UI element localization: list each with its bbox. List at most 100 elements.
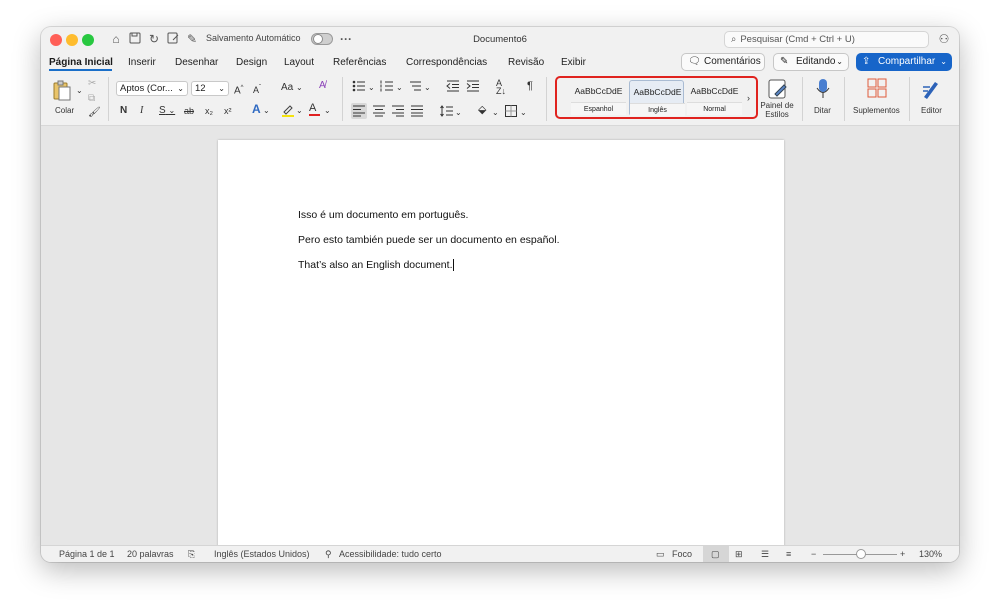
font-size-select[interactable]: 12 ⌄ [191, 81, 229, 96]
sort-icon[interactable]: A Z↓ [496, 79, 506, 96]
chevron-down-icon[interactable]: ⌄ [396, 82, 403, 94]
paragraph-spanish[interactable]: Pero esto también puede ser un documento… [298, 234, 560, 246]
justify-icon[interactable] [410, 105, 424, 121]
search-icon: ⌕ [731, 34, 737, 45]
ribbon-separator [844, 77, 845, 121]
ribbon-separator [342, 77, 343, 121]
status-bar: Página 1 de 1 20 palavras ⎘ Inglês (Esta… [41, 545, 959, 562]
borders-icon[interactable] [505, 105, 517, 121]
copy-icon[interactable]: ⧉ [88, 93, 95, 105]
style-sample: AaBbCcDdE [633, 87, 682, 97]
chevron-down-icon[interactable]: ⌄ [324, 105, 331, 117]
chevron-down-icon[interactable]: ⌄ [455, 107, 462, 119]
tab-inserir[interactable]: Inserir [128, 57, 156, 68]
addins-label: Suplementos [853, 106, 900, 115]
proofing-icon[interactable]: ⎘ [188, 549, 195, 560]
paragraph-english[interactable]: That’s also an English document. [298, 259, 455, 272]
text-effects-icon[interactable]: A [252, 103, 261, 115]
chevron-down-icon[interactable]: ⌄ [296, 105, 303, 117]
shrink-font-button[interactable]: Aˇ [253, 82, 261, 96]
tab-exibir[interactable]: Exibir [561, 57, 586, 68]
print-layout-view-button[interactable]: ▢ [703, 546, 729, 562]
zoom-slider-thumb[interactable] [856, 549, 866, 559]
chevron-down-icon[interactable]: ⌄ [263, 105, 270, 117]
focus-label[interactable]: Foco [672, 549, 692, 559]
chevron-down-icon[interactable]: ⌄ [76, 85, 83, 97]
web-layout-icon[interactable]: ⊞ [735, 549, 743, 560]
zoom-in-button[interactable]: + [900, 549, 905, 559]
chevron-down-icon[interactable]: ⌄ [368, 82, 375, 94]
tab-revisao[interactable]: Revisão [508, 57, 544, 68]
increase-indent-icon[interactable] [466, 80, 480, 96]
shading-icon[interactable]: ⬙ [478, 104, 486, 116]
paragraph-marks-icon[interactable]: ¶ [527, 80, 533, 92]
accessibility-icon[interactable]: ⚲ [325, 549, 332, 560]
chevron-right-icon[interactable]: › [747, 92, 750, 104]
decrease-indent-icon[interactable] [446, 80, 460, 96]
numbering-icon[interactable] [380, 80, 394, 96]
text-cursor [453, 259, 455, 272]
paragraph-portuguese[interactable]: Isso é um documento em português. [298, 209, 468, 221]
tab-design[interactable]: Design [236, 57, 267, 68]
account-icon[interactable]: ⚇ [937, 32, 951, 46]
microphone-icon[interactable] [816, 78, 830, 104]
share-button[interactable]: ⇪ Compartilhar ⌄ [856, 53, 952, 71]
zoom-out-button[interactable]: − [811, 549, 816, 559]
editor-icon[interactable] [921, 78, 941, 104]
style-sample: AaBbCcDdE [690, 86, 739, 96]
format-painter-icon[interactable]: 🖌 [88, 107, 101, 119]
subscript-button[interactable]: x₂ [205, 105, 213, 117]
italic-button[interactable]: I [140, 105, 143, 117]
page-count[interactable]: Página 1 de 1 [59, 549, 115, 559]
highlighter-icon[interactable] [281, 103, 295, 121]
strikethrough-button[interactable]: ab [184, 105, 194, 117]
pencil-icon: ✎ [780, 56, 789, 67]
editing-button[interactable]: ✎ Editando ⌄ [773, 53, 849, 71]
draft-view-icon[interactable]: ≡ [786, 549, 791, 559]
focus-icon[interactable]: ▭ [656, 549, 665, 560]
clipboard-icon[interactable] [51, 79, 73, 105]
cut-icon[interactable]: ✂ [88, 78, 96, 90]
accessibility-status[interactable]: Acessibilidade: tudo certo [339, 549, 442, 559]
align-center-icon[interactable] [372, 105, 386, 121]
tab-correspondencias[interactable]: Correspondências [406, 57, 487, 68]
font-size-value: 12 [195, 83, 206, 94]
style-espanhol[interactable]: AaBbCcDdE Espanhol [571, 80, 626, 116]
font-color-icon[interactable]: A [309, 102, 320, 116]
chevron-down-icon: ⌄ [940, 57, 947, 66]
superscript-button[interactable]: x² [224, 105, 232, 117]
clear-formatting-icon[interactable]: A̸ [319, 80, 326, 92]
word-count[interactable]: 20 palavras [127, 549, 174, 559]
underline-button[interactable]: S ⌄ [159, 105, 175, 117]
document-canvas: Isso é um documento em português. Pero e… [41, 126, 959, 550]
chevron-down-icon[interactable]: ⌄ [520, 107, 527, 119]
addins-icon[interactable] [867, 78, 887, 102]
tab-layout[interactable]: Layout [284, 57, 314, 68]
ribbon-separator [909, 77, 910, 121]
language-status[interactable]: Inglês (Estados Unidos) [214, 549, 310, 559]
document-page[interactable]: Isso é um documento em português. Pero e… [218, 140, 784, 550]
multilevel-list-icon[interactable] [408, 80, 422, 96]
paragraph-english-text: That’s also an English document. [298, 259, 453, 271]
bold-button[interactable]: N [120, 105, 127, 117]
bullets-icon[interactable] [352, 80, 366, 96]
tab-pagina-inicial[interactable]: Página Inicial [49, 57, 113, 68]
tab-desenhar[interactable]: Desenhar [175, 57, 218, 68]
align-right-icon[interactable] [391, 105, 405, 121]
tab-referencias[interactable]: Referências [333, 57, 386, 68]
ribbon: ⌄ Colar ✂ ⧉ 🖌 Aptos (Cor... ⌄ 12 ⌄ A^ Aˇ… [41, 74, 959, 126]
align-left-icon[interactable] [351, 103, 367, 119]
chevron-down-icon[interactable]: ⌄ [492, 107, 499, 119]
style-normal[interactable]: AaBbCcDdE Normal [687, 80, 742, 116]
comments-button[interactable]: 🗨 Comentários [681, 53, 765, 71]
change-case-button[interactable]: Aa ⌄ [281, 82, 303, 94]
line-spacing-icon[interactable] [440, 105, 454, 121]
outline-view-icon[interactable]: ☰ [761, 549, 769, 560]
comments-label: Comentários [704, 56, 761, 67]
font-name-select[interactable]: Aptos (Cor... ⌄ [116, 81, 188, 96]
chevron-down-icon[interactable]: ⌄ [424, 82, 431, 94]
style-ingles[interactable]: AaBbCcDdE Inglês [629, 80, 685, 116]
zoom-level[interactable]: 130% [919, 549, 942, 559]
grow-font-button[interactable]: A^ [234, 82, 244, 97]
search-input[interactable]: ⌕ Pesquisar (Cmd + Ctrl + U) [724, 31, 929, 48]
